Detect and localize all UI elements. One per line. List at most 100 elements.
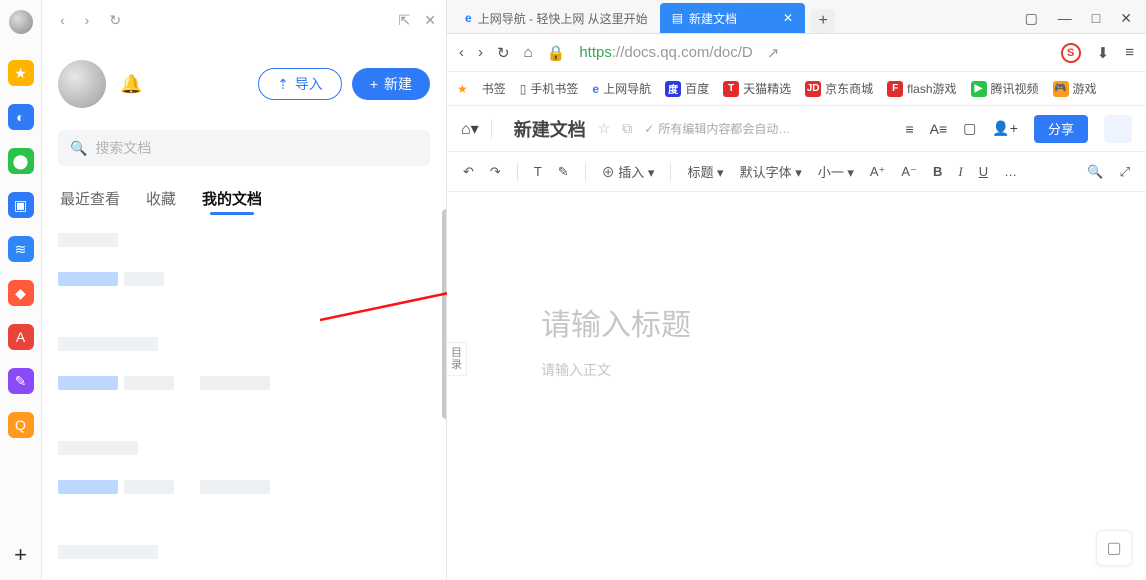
nav-home-icon[interactable]: ⌂ <box>524 44 533 61</box>
ie-icon: e <box>592 82 599 96</box>
tmall-icon: T <box>723 81 739 97</box>
font-icon[interactable]: A≡ <box>930 121 948 137</box>
minimize-icon[interactable]: — <box>1058 10 1072 26</box>
bookmark-star-icon[interactable]: ★ <box>457 82 468 96</box>
video-icon: ▶ <box>971 81 987 97</box>
iconbar-add[interactable]: + <box>14 542 27 568</box>
float-button[interactable]: ▢ <box>1096 530 1132 566</box>
doc-home-icon[interactable]: ⌂▾ <box>461 119 479 139</box>
window-close-icon[interactable]: ✕ <box>1120 10 1132 27</box>
iconbar-tile[interactable]: ★ <box>8 60 34 86</box>
avatar-small[interactable] <box>9 10 33 34</box>
browser-tab-1[interactable]: e 上网导航 - 轻快上网 从这里开始 <box>453 3 660 33</box>
doc-title[interactable]: 新建文档 <box>514 116 586 142</box>
list-item[interactable] <box>58 574 430 580</box>
list-item[interactable] <box>58 223 430 262</box>
import-button[interactable]: ⇡ 导入 <box>258 68 342 100</box>
share-button[interactable]: 分享 <box>1034 115 1088 143</box>
bm-game[interactable]: 🎮游戏 <box>1053 80 1097 97</box>
iconbar-tile[interactable]: ◐ <box>8 104 34 130</box>
nav-reload-icon[interactable]: ↻ <box>497 44 510 62</box>
italic-button[interactable]: I <box>958 164 962 180</box>
list-item[interactable] <box>58 535 430 574</box>
font-dec-icon[interactable]: A⁻ <box>901 164 917 180</box>
clear-format-icon[interactable]: ✎ <box>558 164 569 180</box>
star-icon[interactable]: ☆ <box>598 120 611 137</box>
bold-button[interactable]: B <box>933 164 942 179</box>
toc-toggle[interactable]: 目录 <box>447 342 467 376</box>
list-item[interactable] <box>58 431 430 470</box>
tab-recent[interactable]: 最近查看 <box>60 188 120 209</box>
iconbar-tile[interactable]: ✎ <box>8 368 34 394</box>
new-tab-button[interactable]: + <box>811 9 835 33</box>
bm-flash[interactable]: Fflash游戏 <box>887 80 956 97</box>
bm-baidu[interactable]: 度百度 <box>665 80 709 97</box>
list-item[interactable] <box>58 262 430 301</box>
bm-tencent[interactable]: ▶腾讯视频 <box>971 80 1039 97</box>
create-label: 新建 <box>384 74 412 94</box>
browser: e 上网导航 - 轻快上网 从这里开始 ▤ 新建文档 ✕ + ▢ — □ ✕ ‹… <box>447 0 1146 580</box>
body-placeholder[interactable]: 请输入正文 <box>541 360 611 380</box>
bell-icon[interactable]: 🔔 <box>120 74 142 95</box>
list-item[interactable] <box>58 470 430 509</box>
browser-tab-2[interactable]: ▤ 新建文档 ✕ <box>660 3 805 33</box>
bm-tmall[interactable]: T天猫精选 <box>723 80 791 97</box>
iconbar-tile[interactable]: A <box>8 324 34 350</box>
font-size-select[interactable]: 小一 ▾ <box>818 162 854 181</box>
list-item[interactable] <box>58 327 430 366</box>
tab-fav[interactable]: 收藏 <box>146 188 176 209</box>
doc-avatar[interactable] <box>1104 115 1132 143</box>
font-family-select[interactable]: 默认字体 ▾ <box>740 162 802 181</box>
iconbar-tile[interactable]: ◆ <box>8 280 34 306</box>
forward-icon[interactable]: › <box>85 12 90 29</box>
tab-mine[interactable]: 我的文档 <box>202 188 262 209</box>
doc-search-icon[interactable]: 🔍 <box>1087 164 1103 180</box>
extension-icon[interactable]: ▢ <box>1025 10 1038 27</box>
avatar[interactable] <box>58 60 106 108</box>
open-external-icon[interactable]: ↗ <box>767 44 780 62</box>
bm-mobile[interactable]: ▯手机书签 <box>520 80 579 97</box>
bm-nav[interactable]: e上网导航 <box>592 80 651 97</box>
download-icon[interactable]: ⬇ <box>1097 44 1110 62</box>
iconbar-tile[interactable]: Q <box>8 412 34 438</box>
maximize-icon[interactable]: □ <box>1092 10 1100 26</box>
divider <box>517 163 518 181</box>
divider <box>491 119 492 139</box>
iconbar-tile[interactable]: ≋ <box>8 236 34 262</box>
undo-icon[interactable]: ↶ <box>463 164 474 180</box>
url-field[interactable]: https://docs.qq.com/doc/D <box>579 44 752 61</box>
nav-back-icon[interactable]: ‹ <box>459 44 464 61</box>
bm-jd[interactable]: JD京东商城 <box>805 80 873 97</box>
bm-label[interactable]: 书签 <box>482 80 506 97</box>
add-user-icon[interactable]: 👤+ <box>992 120 1018 137</box>
expand-icon[interactable]: ⤢ <box>1120 164 1130 180</box>
back-icon[interactable]: ‹ <box>60 12 65 29</box>
format-brush-icon[interactable]: T <box>534 164 542 179</box>
outline-icon[interactable]: ≡ <box>905 121 913 137</box>
more-format-icon[interactable]: … <box>1004 164 1017 179</box>
list-item[interactable] <box>58 366 430 405</box>
search-input[interactable]: 🔍 搜索文档 <box>58 130 430 166</box>
scrollbar[interactable] <box>442 209 446 419</box>
tab-close-icon[interactable]: ✕ <box>783 11 793 25</box>
heading-select[interactable]: 标题 ▾ <box>687 162 723 181</box>
doc-body[interactable]: 目录 请输入标题 请输入正文 ▢ <box>447 192 1146 580</box>
nav-forward-icon[interactable]: › <box>478 44 483 61</box>
sogou-icon[interactable]: S <box>1061 43 1081 63</box>
create-button[interactable]: + 新建 <box>352 68 430 100</box>
tab1-label: 上网导航 - 轻快上网 从这里开始 <box>478 10 648 27</box>
present-icon[interactable]: ▢ <box>963 120 976 137</box>
menu-icon[interactable]: ≡ <box>1125 44 1134 61</box>
font-inc-icon[interactable]: A⁺ <box>870 164 886 180</box>
insert-menu[interactable]: ⊕ 插入 ▾ <box>602 162 655 181</box>
close-icon[interactable]: ✕ <box>424 12 436 29</box>
pin-icon[interactable]: ⇱ <box>399 12 411 29</box>
underline-button[interactable]: U <box>979 164 988 179</box>
iconbar-tile[interactable]: ⬤ <box>8 148 34 174</box>
reload-icon[interactable]: ↻ <box>109 12 121 29</box>
title-placeholder[interactable]: 请输入标题 <box>541 300 691 344</box>
redo-icon[interactable]: ↷ <box>490 164 501 180</box>
iconbar-tile[interactable]: ▣ <box>8 192 34 218</box>
pending-icon[interactable]: ⧉ <box>622 120 632 137</box>
doc-list <box>42 209 446 580</box>
